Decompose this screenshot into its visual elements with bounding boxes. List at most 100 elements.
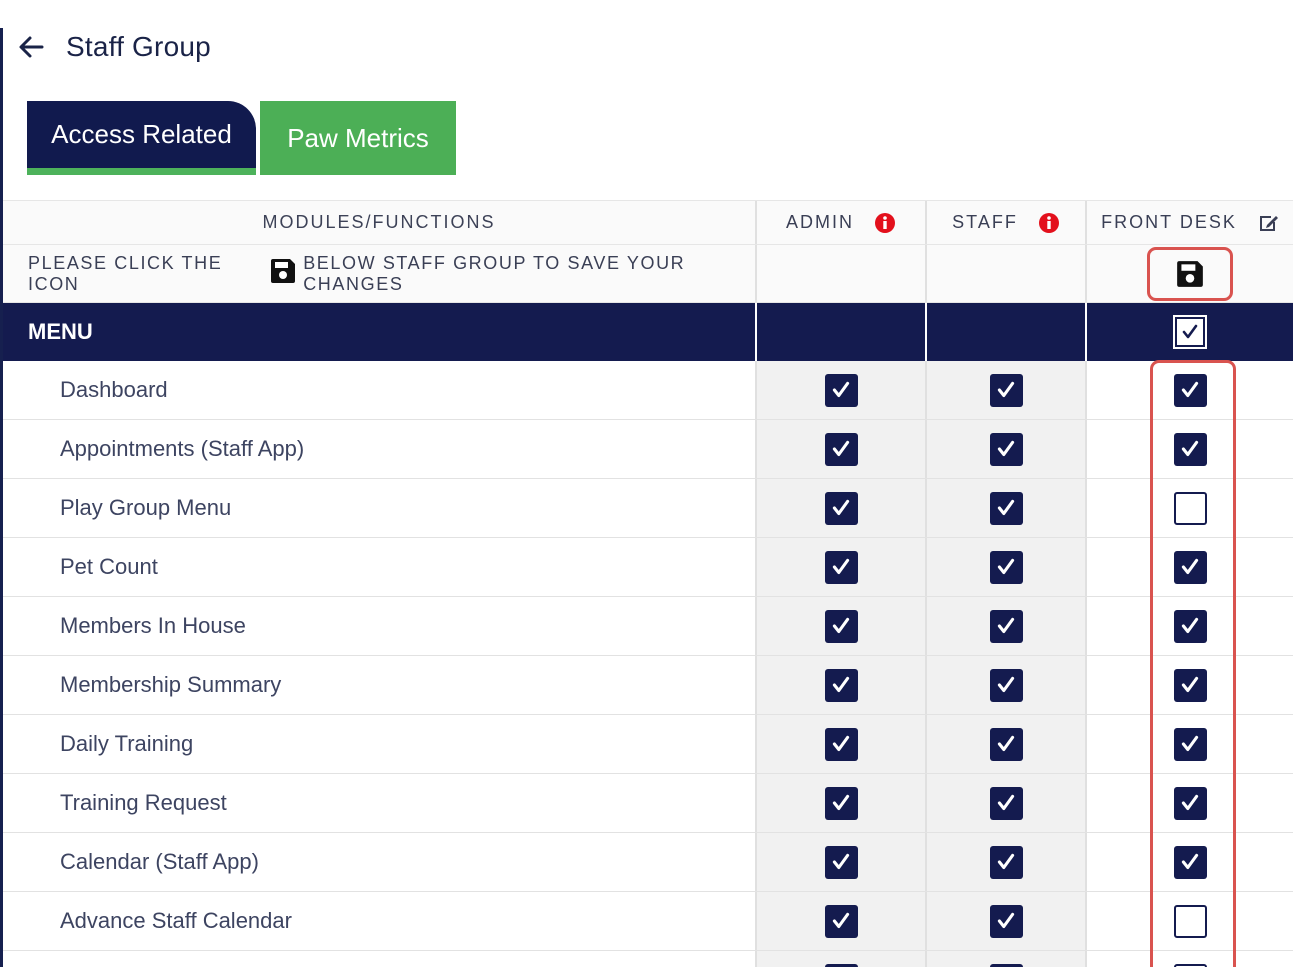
module-label: Dashboard bbox=[3, 361, 757, 419]
checkmark-icon bbox=[997, 499, 1015, 516]
cell-admin bbox=[757, 656, 927, 714]
table-row bbox=[3, 951, 1293, 967]
staff-checkbox[interactable] bbox=[989, 904, 1023, 938]
section-front-desk-checkbox[interactable] bbox=[1173, 315, 1207, 349]
admin-checkbox[interactable] bbox=[824, 491, 858, 525]
admin-checkbox[interactable] bbox=[824, 963, 858, 967]
cell-admin bbox=[757, 833, 927, 891]
table-row: Calendar (Staff App) bbox=[3, 833, 1293, 892]
page-title: Staff Group bbox=[66, 31, 211, 62]
staff-checkbox[interactable] bbox=[989, 727, 1023, 761]
cell-front-desk bbox=[1087, 951, 1293, 967]
admin-checkbox[interactable] bbox=[824, 432, 858, 466]
front-desk-checkbox[interactable] bbox=[1173, 786, 1207, 820]
header-modules: MODULES/FUNCTIONS bbox=[3, 201, 757, 244]
table-row: Appointments (Staff App) bbox=[3, 420, 1293, 479]
staff-checkbox[interactable] bbox=[989, 609, 1023, 643]
checkmark-icon bbox=[997, 440, 1015, 457]
checkmark-icon bbox=[832, 676, 850, 693]
section-row-menu: MENU bbox=[3, 303, 1293, 361]
checkmark-icon bbox=[832, 912, 850, 929]
checkmark-icon bbox=[832, 794, 850, 811]
checkmark-icon bbox=[997, 735, 1015, 752]
front-desk-checkbox[interactable] bbox=[1173, 727, 1207, 761]
header-front-desk: FRONT DESK bbox=[1087, 201, 1293, 244]
checkmark-icon bbox=[832, 853, 850, 870]
cell-staff bbox=[927, 833, 1087, 891]
front-desk-checkbox[interactable] bbox=[1173, 845, 1207, 879]
front-desk-checkbox[interactable] bbox=[1173, 609, 1207, 643]
cell-admin bbox=[757, 538, 927, 596]
admin-checkbox[interactable] bbox=[824, 786, 858, 820]
staff-checkbox[interactable] bbox=[989, 845, 1023, 879]
checkmark-icon bbox=[1181, 440, 1199, 457]
front-desk-checkbox[interactable] bbox=[1173, 963, 1207, 967]
checkmark-icon bbox=[997, 558, 1015, 575]
table-row: Pet Count bbox=[3, 538, 1293, 597]
admin-checkbox[interactable] bbox=[824, 845, 858, 879]
module-label: Membership Summary bbox=[3, 656, 757, 714]
cell-front-desk bbox=[1087, 479, 1293, 537]
table-header-row: MODULES/FUNCTIONS ADMIN STAFF FRONT DESK bbox=[3, 200, 1293, 245]
staff-checkbox[interactable] bbox=[989, 786, 1023, 820]
admin-checkbox[interactable] bbox=[824, 373, 858, 407]
checkmark-icon bbox=[832, 617, 850, 634]
cell-admin bbox=[757, 774, 927, 832]
module-label: Appointments (Staff App) bbox=[3, 420, 757, 478]
header-front-desk-label: FRONT DESK bbox=[1101, 212, 1237, 232]
tab-bar: Access Related Paw Metrics bbox=[27, 101, 456, 175]
module-label: Members In House bbox=[3, 597, 757, 655]
info-icon[interactable] bbox=[874, 212, 896, 234]
cell-front-desk bbox=[1087, 892, 1293, 950]
admin-checkbox[interactable] bbox=[824, 727, 858, 761]
front-desk-checkbox[interactable] bbox=[1173, 550, 1207, 584]
staff-checkbox[interactable] bbox=[989, 432, 1023, 466]
save-front-desk-button[interactable] bbox=[1147, 246, 1233, 301]
permissions-table: MODULES/FUNCTIONS ADMIN STAFF FRONT DESK… bbox=[3, 200, 1293, 967]
tab-access-related[interactable]: Access Related bbox=[27, 101, 256, 175]
cell-staff bbox=[927, 361, 1087, 419]
front-desk-checkbox[interactable] bbox=[1173, 491, 1207, 525]
staff-checkbox[interactable] bbox=[989, 963, 1023, 967]
cell-front-desk bbox=[1087, 420, 1293, 478]
checkmark-icon bbox=[1181, 794, 1199, 811]
checkmark-icon bbox=[1181, 853, 1199, 870]
admin-checkbox[interactable] bbox=[824, 550, 858, 584]
front-desk-checkbox[interactable] bbox=[1173, 373, 1207, 407]
admin-checkbox[interactable] bbox=[824, 668, 858, 702]
save-notice-row: PLEASE CLICK THE ICON BELOW STAFF GROUP … bbox=[3, 245, 1293, 303]
header-admin-label: ADMIN bbox=[786, 212, 854, 232]
staff-checkbox[interactable] bbox=[989, 373, 1023, 407]
front-desk-checkbox[interactable] bbox=[1173, 432, 1207, 466]
save-notice-text-before: PLEASE CLICK THE ICON bbox=[28, 252, 223, 294]
module-label: Daily Training bbox=[3, 715, 757, 773]
page-header: Staff Group bbox=[16, 24, 211, 70]
front-desk-checkbox[interactable] bbox=[1173, 904, 1207, 938]
module-label: Calendar (Staff App) bbox=[3, 833, 757, 891]
tab-paw-metrics[interactable]: Paw Metrics bbox=[260, 101, 456, 175]
admin-checkbox[interactable] bbox=[824, 609, 858, 643]
save-notice: PLEASE CLICK THE ICON BELOW STAFF GROUP … bbox=[3, 245, 757, 302]
staff-checkbox[interactable] bbox=[989, 550, 1023, 584]
table-row: Training Request bbox=[3, 774, 1293, 833]
checkmark-icon bbox=[1182, 324, 1198, 339]
table-row: Play Group Menu bbox=[3, 479, 1293, 538]
staff-checkbox[interactable] bbox=[989, 668, 1023, 702]
header-staff: STAFF bbox=[927, 201, 1087, 244]
staff-checkbox[interactable] bbox=[989, 491, 1023, 525]
checkmark-icon bbox=[997, 381, 1015, 398]
module-label: Pet Count bbox=[3, 538, 757, 596]
checkmark-icon bbox=[997, 676, 1015, 693]
admin-checkbox[interactable] bbox=[824, 904, 858, 938]
checkmark-icon bbox=[1181, 617, 1199, 634]
info-icon[interactable] bbox=[1038, 212, 1060, 234]
module-rows: Dashboard Appointments (Staff App) Play Gr… bbox=[3, 361, 1293, 967]
section-cell-front-desk bbox=[1087, 303, 1293, 361]
edit-icon[interactable] bbox=[1259, 214, 1279, 232]
save-cell-front-desk bbox=[1087, 245, 1293, 302]
cell-front-desk bbox=[1087, 715, 1293, 773]
arrow-left-icon[interactable] bbox=[16, 32, 46, 62]
checkmark-icon bbox=[832, 558, 850, 575]
front-desk-checkbox[interactable] bbox=[1173, 668, 1207, 702]
cell-admin bbox=[757, 597, 927, 655]
